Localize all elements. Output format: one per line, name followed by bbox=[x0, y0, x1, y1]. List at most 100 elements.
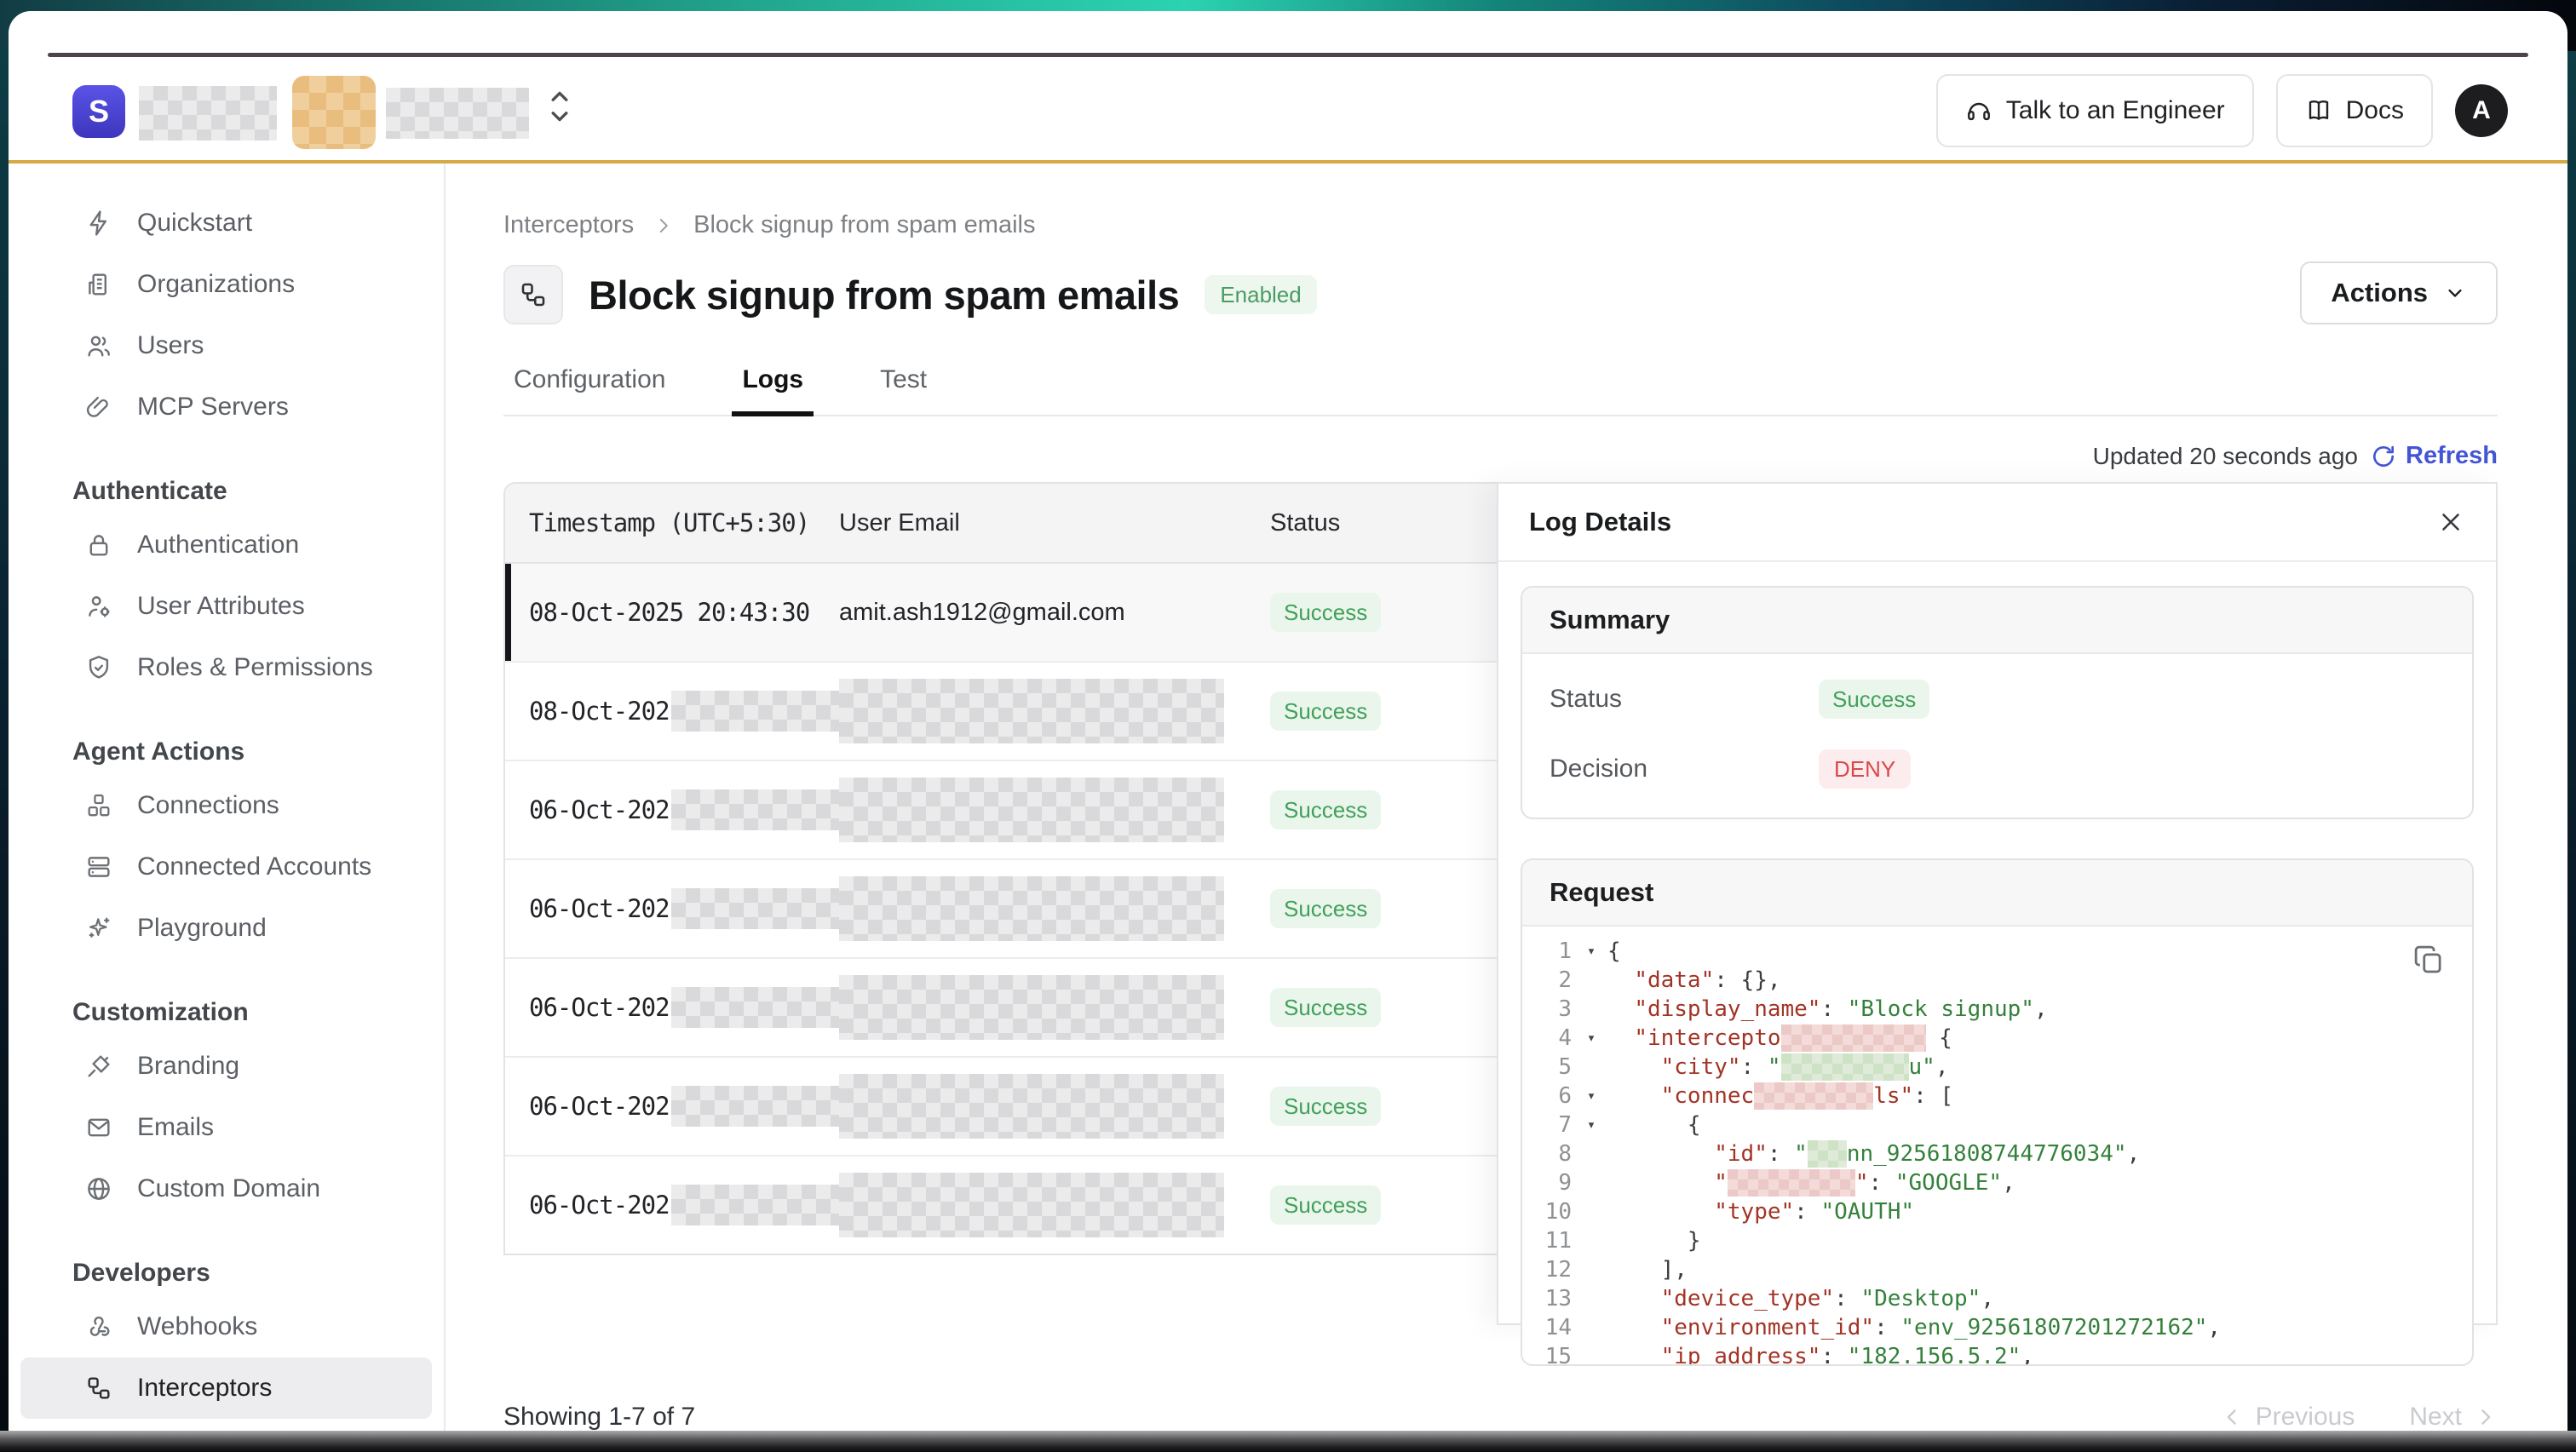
sidebar-item-label: Users bbox=[137, 331, 204, 360]
talk-button-label: Talk to an Engineer bbox=[2006, 96, 2225, 125]
talk-to-engineer-button[interactable]: Talk to an Engineer bbox=[1936, 74, 2254, 147]
table-row[interactable]: 06-Oct-202 Success bbox=[505, 1156, 1497, 1254]
logo-letter: S bbox=[89, 94, 109, 129]
sidebar-item-roles-permissions[interactable]: Roles & Permissions bbox=[20, 637, 432, 698]
tab-logs[interactable]: Logs bbox=[732, 353, 814, 415]
table-row[interactable]: 06-Oct-202 Success bbox=[505, 959, 1497, 1058]
cell-timestamp: 06-Oct-202 bbox=[529, 795, 670, 824]
headphones-icon bbox=[1965, 97, 1992, 124]
sidebar-item-emails[interactable]: Emails bbox=[20, 1097, 432, 1158]
sidebar-item-webhooks[interactable]: Webhooks bbox=[20, 1296, 432, 1357]
cell-timestamp: 06-Oct-202 bbox=[529, 1191, 670, 1220]
status-badge: Success bbox=[1270, 692, 1381, 731]
table-row[interactable]: 08-Oct-2025 20:43:30 amit.ash1912@gmail.… bbox=[505, 564, 1497, 663]
chevron-left-icon bbox=[2220, 1405, 2244, 1429]
zap-icon bbox=[84, 209, 113, 238]
redacted-timestamp bbox=[671, 1086, 839, 1127]
user-gear-icon bbox=[84, 592, 113, 621]
stack-icon bbox=[84, 852, 113, 881]
mail-icon bbox=[84, 1113, 113, 1142]
refresh-label: Refresh bbox=[2406, 442, 2498, 470]
page-title: Block signup from spam emails bbox=[589, 272, 1179, 319]
book-icon bbox=[2305, 97, 2332, 124]
sidebar-item-connected-accounts[interactable]: Connected Accounts bbox=[20, 836, 432, 898]
docs-button[interactable]: Docs bbox=[2276, 74, 2433, 147]
summary-row-decision: Decision DENY bbox=[1550, 749, 2445, 789]
sidebar-item-label: Quickstart bbox=[137, 209, 252, 238]
summary-status-badge: Success bbox=[1819, 680, 1929, 719]
table-row[interactable]: 06-Oct-202 Success bbox=[505, 1058, 1497, 1156]
table-row[interactable]: 08-Oct-202 Success bbox=[505, 663, 1497, 761]
status-badge: Success bbox=[1270, 889, 1381, 928]
interceptor-icon bbox=[503, 265, 563, 324]
request-card-title: Request bbox=[1522, 860, 2472, 927]
code-line: 11 } bbox=[1522, 1226, 2472, 1255]
sidebar-item-label: Connected Accounts bbox=[137, 852, 371, 881]
collapse-caret-icon[interactable]: ▾ bbox=[1575, 1116, 1607, 1133]
pagination-summary: Showing 1-7 of 7 bbox=[503, 1403, 695, 1432]
collapse-caret-icon[interactable]: ▾ bbox=[1575, 1030, 1607, 1047]
sidebar-item-mcp-servers[interactable]: MCP Servers bbox=[20, 376, 432, 438]
sidebar-item-quickstart[interactable]: Quickstart bbox=[20, 192, 432, 254]
actions-button[interactable]: Actions bbox=[2300, 261, 2498, 324]
collapse-caret-icon[interactable]: ▾ bbox=[1575, 1088, 1607, 1105]
sidebar-item-organizations[interactable]: Organizations bbox=[20, 254, 432, 315]
table-row[interactable]: 06-Oct-202 Success bbox=[505, 761, 1497, 860]
org-name-redacted bbox=[139, 86, 277, 141]
sidebar-item-branding[interactable]: Branding bbox=[20, 1036, 432, 1097]
cell-timestamp: 06-Oct-202 bbox=[529, 993, 670, 1022]
app-logo[interactable]: S bbox=[72, 85, 125, 138]
sidebar-item-custom-domain[interactable]: Custom Domain bbox=[20, 1158, 432, 1220]
sidebar-item-interceptors[interactable]: Interceptors bbox=[20, 1357, 432, 1419]
tab-configuration[interactable]: Configuration bbox=[503, 353, 676, 415]
code-line: 13 "device_type": "Desktop", bbox=[1522, 1284, 2472, 1313]
tab-test[interactable]: Test bbox=[870, 353, 937, 415]
sidebar-item-connections[interactable]: Connections bbox=[20, 775, 432, 836]
copy-icon[interactable] bbox=[2411, 942, 2447, 978]
docs-button-label: Docs bbox=[2346, 96, 2404, 125]
redacted-code bbox=[1808, 1140, 1847, 1168]
summary-card-title: Summary bbox=[1522, 588, 2472, 654]
table-row[interactable]: 06-Oct-202 Success bbox=[505, 860, 1497, 959]
sidebar-item-label: Organizations bbox=[137, 270, 295, 299]
column-header-user-email: User Email bbox=[839, 509, 1246, 537]
sidebar-item-playground[interactable]: Playground bbox=[20, 898, 432, 959]
close-icon[interactable] bbox=[2436, 508, 2465, 537]
collapse-caret-icon[interactable]: ▾ bbox=[1575, 943, 1607, 960]
app-window: S Talk to an Engineer bbox=[9, 11, 2567, 1452]
sidebar-section-authenticate: Authenticate bbox=[9, 456, 444, 514]
logs-body: Timestamp (UTC+5:30) User Email Status 0… bbox=[503, 482, 2498, 1325]
sidebar-item-label: Playground bbox=[137, 914, 267, 943]
status-badge: Success bbox=[1270, 1185, 1381, 1225]
sidebar-section-developers: Developers bbox=[9, 1238, 444, 1296]
panel-title: Log Details bbox=[1529, 507, 1671, 537]
tab-bar: Configuration Logs Test bbox=[503, 353, 2498, 416]
previous-page-button[interactable]: Previous bbox=[2220, 1403, 2355, 1432]
code-line: 10 "type": "OAUTH" bbox=[1522, 1197, 2472, 1226]
sidebar-item-label: Connections bbox=[137, 791, 279, 820]
breadcrumb-parent[interactable]: Interceptors bbox=[503, 211, 634, 239]
sidebar-item-label: Custom Domain bbox=[137, 1174, 320, 1203]
refresh-link[interactable]: Refresh bbox=[2370, 442, 2498, 470]
user-avatar[interactable]: A bbox=[2455, 84, 2508, 137]
page-title-row: Block signup from spam emails Enabled Ac… bbox=[503, 265, 2498, 324]
sidebar-item-users[interactable]: Users bbox=[20, 315, 432, 376]
redacted-email bbox=[839, 975, 1224, 1040]
request-json-viewer[interactable]: 1▾{2 "data": {},3 "display_name": "Block… bbox=[1522, 927, 2472, 1364]
next-page-button[interactable]: Next bbox=[2409, 1403, 2498, 1432]
org-switcher-chevrons-icon[interactable] bbox=[543, 83, 576, 130]
sidebar-item-label: Interceptors bbox=[137, 1374, 272, 1403]
log-details-panel: Log Details Summary Status Success bbox=[1497, 482, 2498, 1325]
sidebar-item-authentication[interactable]: Authentication bbox=[20, 514, 432, 576]
summary-card: Summary Status Success Decision DENY bbox=[1521, 586, 2474, 819]
cell-timestamp: 08-Oct-202 bbox=[529, 697, 670, 726]
sidebar-item-user-attributes[interactable]: User Attributes bbox=[20, 576, 432, 637]
sidebar-item-label: Roles & Permissions bbox=[137, 653, 373, 682]
lock-icon bbox=[84, 531, 113, 560]
sidebar: Quickstart Organizations Users MCP Serve… bbox=[9, 164, 446, 1452]
webhook-icon bbox=[84, 1312, 113, 1341]
code-line: 1▾{ bbox=[1522, 937, 2472, 966]
redacted-email bbox=[839, 778, 1224, 842]
status-badge: Success bbox=[1270, 593, 1381, 632]
table-header-row: Timestamp (UTC+5:30) User Email Status bbox=[505, 484, 1497, 564]
